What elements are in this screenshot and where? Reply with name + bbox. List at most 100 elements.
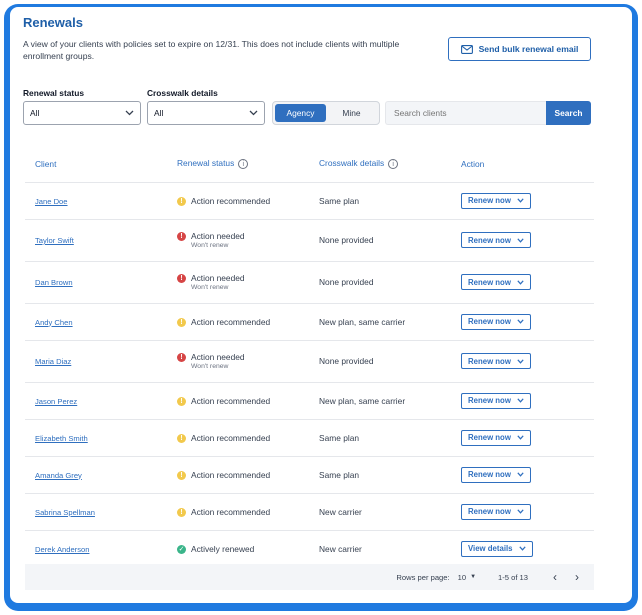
client-cell: Derek Anderson	[25, 530, 167, 568]
check-circle-icon: ✓	[177, 544, 186, 554]
renew-now-button[interactable]: Renew now	[461, 392, 531, 409]
crosswalk-cell: None provided	[309, 340, 451, 383]
client-cell: Amanda Grey	[25, 456, 167, 494]
next-page-icon[interactable]: ›	[570, 570, 584, 584]
renew-now-button[interactable]: Renew now	[461, 232, 531, 248]
renewal-status-value: All	[30, 108, 40, 118]
table-row: Maria Diaz ! Action needed Won't renew None …	[25, 340, 594, 383]
table-row: Sabrina Spellman! Action recommended New c…	[25, 493, 594, 531]
client-cell: Sabrina Spellman	[25, 493, 167, 531]
client-link[interactable]: Andy Chen	[35, 318, 73, 327]
renew-now-button[interactable]: Renew now	[461, 466, 531, 483]
toggle-agency[interactable]: Agency	[275, 104, 326, 122]
status-label: Action recommended	[191, 395, 271, 406]
rows-per-page-select[interactable]: 10 ▼	[458, 573, 476, 582]
warning-icon: !	[177, 507, 186, 517]
status-label: Action recommended	[191, 316, 271, 327]
previous-page-icon[interactable]: ‹	[548, 570, 562, 584]
renew-now-button[interactable]: Renew now	[461, 503, 531, 520]
client-link[interactable]: Jason Perez	[35, 397, 77, 406]
renew-now-button[interactable]: Renew now	[461, 429, 531, 446]
send-bulk-renewal-email-button[interactable]: Send bulk renewal email	[448, 37, 591, 61]
renew-now-button[interactable]: Renew now	[461, 313, 531, 330]
client-link[interactable]: Taylor Swift	[35, 236, 74, 245]
table-header-row: Client Renewal status i Crosswalk details…	[25, 146, 594, 183]
action-label: View details	[468, 544, 513, 553]
action-label: Renew now	[468, 396, 511, 405]
info-icon[interactable]: i	[388, 159, 399, 170]
table-footer: Rows per page: 10 ▼ 1-5 of 13 ‹ ›	[25, 564, 594, 590]
client-link[interactable]: Jane Doe	[35, 197, 68, 206]
status-note: Won't renew	[191, 363, 229, 370]
client-cell: Maria Diaz	[25, 340, 167, 383]
error-icon: !	[177, 274, 186, 283]
crosswalk-details-label: Crosswalk details	[147, 88, 218, 98]
crosswalk-value: Same plan	[319, 469, 360, 480]
column-header-action: Action	[451, 146, 594, 183]
renewal-status: ! Action recommended	[177, 317, 309, 327]
client-link[interactable]: Amanda Grey	[35, 471, 82, 480]
client-link[interactable]: Derek Anderson	[35, 545, 89, 554]
status-label: Actively renewed	[191, 543, 255, 554]
search-button[interactable]: Search	[546, 101, 591, 125]
toggle-mine[interactable]: Mine	[326, 104, 377, 122]
status-label: Action needed	[191, 231, 245, 241]
renewals-table: Client Renewal status i Crosswalk details…	[25, 146, 594, 568]
status-cell: ! Action recommended	[167, 382, 309, 420]
status-cell: ! Action recommended	[167, 419, 309, 457]
pagination-range: 1-5 of 13	[498, 572, 528, 582]
renew-now-button[interactable]: Renew now	[461, 274, 531, 290]
crosswalk-cell: New carrier	[309, 493, 451, 531]
client-cell: Elizabeth Smith	[25, 419, 167, 457]
crosswalk-value: New carrier	[319, 506, 362, 517]
client-link[interactable]: Sabrina Spellman	[35, 508, 95, 517]
crosswalk-cell: Same plan	[309, 456, 451, 494]
action-cell: View details	[451, 530, 594, 568]
status-label: Action recommended	[191, 195, 271, 206]
chevron-down-icon	[517, 472, 524, 477]
renewal-status: ! Action needed Won't renew	[177, 231, 309, 249]
crosswalk-details-select[interactable]: All	[147, 101, 265, 125]
crosswalk-value: None provided	[319, 277, 374, 287]
status-label: Action recommended	[191, 506, 271, 517]
action-cell: Renew now	[451, 219, 594, 262]
renewal-status: ! Action recommended	[177, 396, 309, 406]
action-label: Renew now	[468, 356, 511, 366]
search-clients-input[interactable]	[385, 101, 547, 125]
action-label: Renew now	[468, 277, 511, 287]
page-title: Renewals	[23, 15, 83, 30]
column-header-action-label: Action	[461, 158, 485, 169]
error-icon: !	[177, 232, 186, 241]
crosswalk-cell: None provided	[309, 219, 451, 262]
renewal-status-select[interactable]: All	[23, 101, 141, 125]
crosswalk-details-value: All	[154, 108, 164, 118]
action-cell: Renew now	[451, 303, 594, 341]
rows-per-page-value: 10	[457, 572, 467, 582]
action-label: Renew now	[468, 317, 511, 326]
page-subtitle: A view of your clients with policies set…	[23, 39, 400, 61]
info-icon[interactable]: i	[238, 159, 249, 170]
client-cell: Jane Doe	[25, 182, 167, 220]
chevron-down-icon	[517, 198, 524, 203]
view-details-button[interactable]: View details	[461, 540, 533, 557]
crosswalk-value: New plan, same carrier	[319, 395, 406, 406]
renew-now-button[interactable]: Renew now	[461, 353, 531, 369]
status-cell: ! Action recommended	[167, 303, 309, 341]
renew-now-button[interactable]: Renew now	[461, 192, 531, 209]
action-label: Renew now	[468, 507, 511, 516]
renewal-status: ! Action needed Won't renew	[177, 352, 309, 370]
client-link[interactable]: Dan Brown	[35, 278, 73, 287]
action-label: Renew now	[468, 433, 511, 442]
crosswalk-value: None provided	[319, 235, 374, 245]
client-cell: Andy Chen	[25, 303, 167, 341]
crosswalk-value: Same plan	[319, 195, 360, 206]
status-label: Action needed	[191, 273, 245, 283]
scope-toggle: Agency Mine	[272, 101, 380, 125]
action-label: Renew now	[468, 235, 511, 245]
renewals-card: Renewals A view of your clients with pol…	[10, 7, 632, 603]
client-link[interactable]: Maria Diaz	[35, 357, 71, 366]
client-link[interactable]: Elizabeth Smith	[35, 434, 88, 443]
action-label: Renew now	[468, 196, 511, 205]
renewal-status: ! Action recommended	[177, 470, 309, 480]
chevron-down-icon	[517, 237, 524, 243]
